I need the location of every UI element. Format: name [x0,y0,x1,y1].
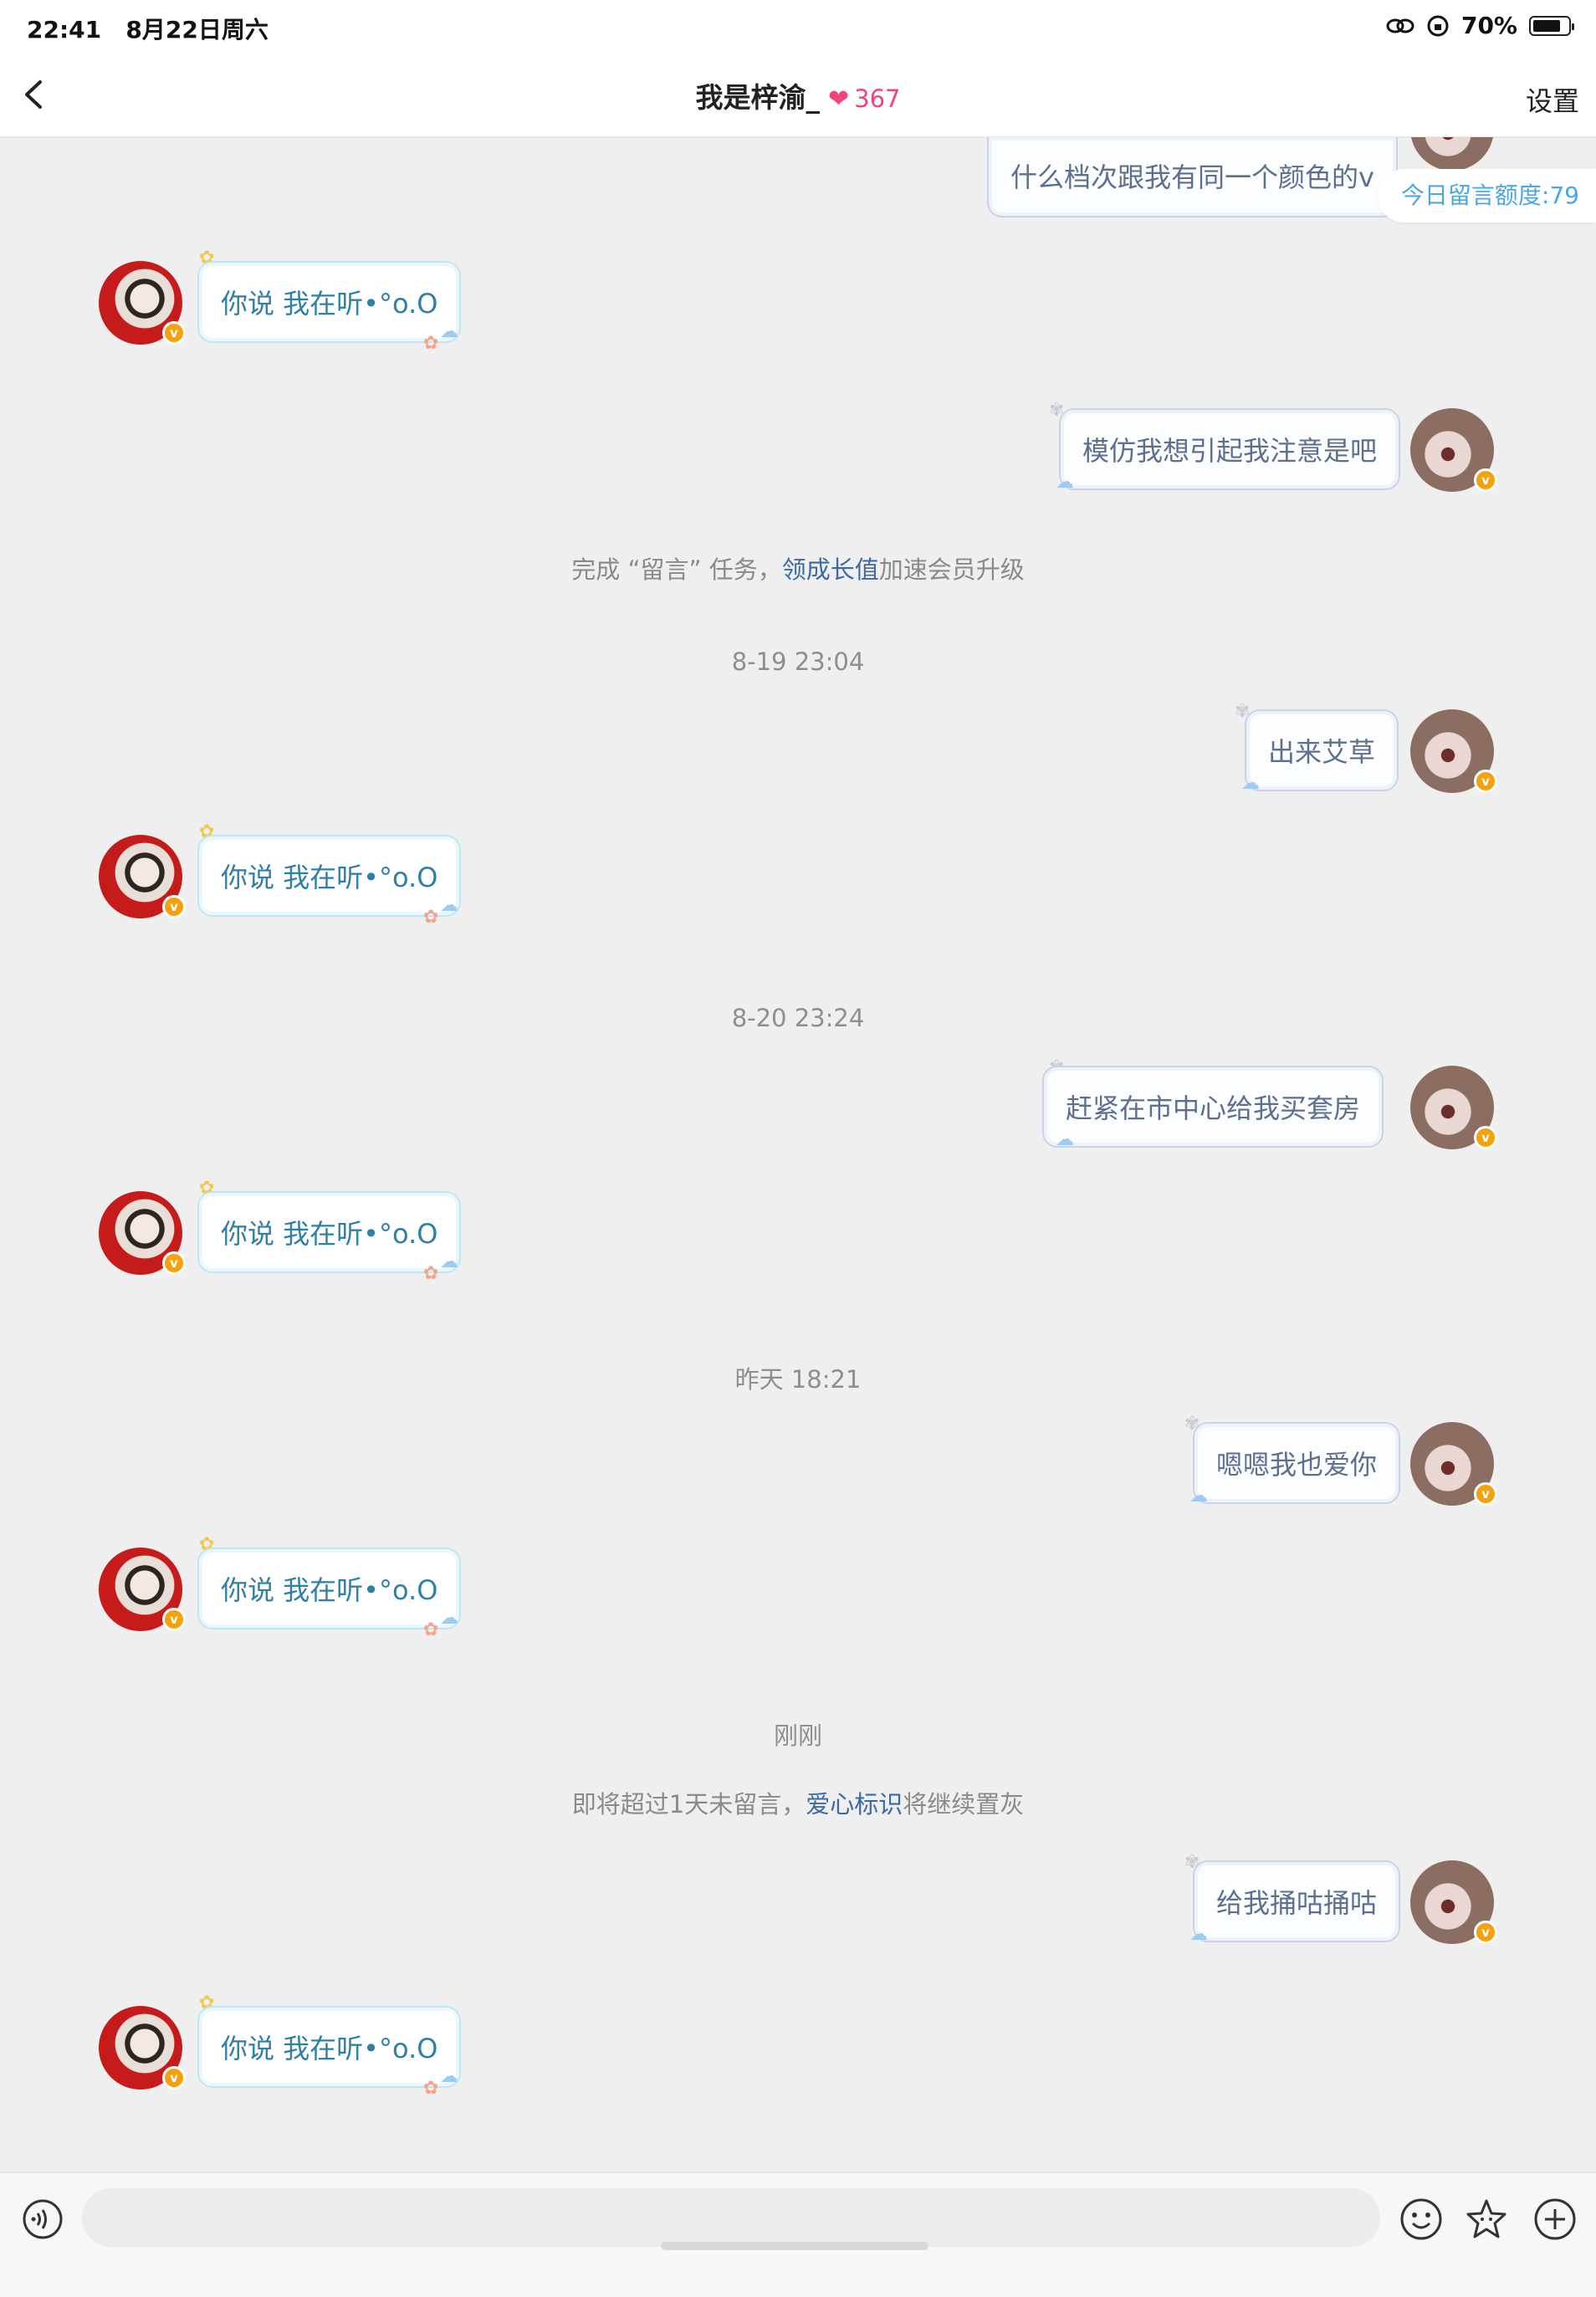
my-avatar[interactable]: v [1410,1066,1497,1149]
status-date: 8月22日周六 [125,16,269,43]
my-avatar[interactable]: v [1410,408,1497,492]
flower-deco-icon: ✿ [423,333,439,354]
verified-badge-icon: v [162,895,186,918]
status-time-date: 22:41 8月22日周六 [27,12,269,45]
warning-notice-text: 即将超过1天未留言， [571,1790,806,1819]
heart-icon: ❤ [828,84,850,114]
input-bar [0,2172,1596,2297]
sticker-star-icon[interactable] [1464,2197,1509,2242]
system-warning-notice: 即将超过1天未留言，爱心标识将继续置灰 [0,1785,1596,1820]
verified-badge-icon: v [1474,770,1497,793]
timestamp: 8-19 23:04 [731,647,865,676]
cloud-deco-icon: ☁ [1056,1129,1074,1150]
my-avatar-partial[interactable] [1410,137,1494,171]
battery-icon [1529,15,1574,36]
settings-button[interactable]: 设置 [1526,80,1579,119]
my-avatar[interactable]: v [1410,1860,1497,1944]
reply-bubble[interactable]: 你说 我在听•°o.O [197,1191,462,1273]
message-bubble-partial[interactable]: 什么档次跟我有同一个颜色的v [987,137,1398,217]
link-icon [1386,18,1414,33]
system-task-notice: 完成 “留言” 任务，领成长值加速会员升级 [0,550,1596,586]
reply-bubble[interactable]: 你说 我在听•°o.O [197,261,462,343]
verified-badge-icon: v [162,1251,186,1275]
warning-notice-suffix: 将继续置灰 [903,1790,1025,1819]
message-input[interactable] [82,2188,1380,2247]
task-notice-text: 完成 “留言” 任务， [571,555,782,584]
flower-deco-icon: ✿ [423,1619,439,1640]
contact-avatar[interactable]: v [99,835,186,918]
contact-avatar[interactable]: v [99,261,186,345]
cloud-deco-icon: ☁ [440,321,458,342]
verified-badge-icon: v [162,1608,186,1631]
verified-badge-icon: v [162,2066,186,2090]
contact-avatar[interactable]: v [99,1548,186,1631]
reply-bubble[interactable]: 你说 我在听•°o.O [197,1548,462,1629]
flower-deco-icon: ✿ [423,1263,439,1284]
message-bubble[interactable]: 嗯嗯我也爱你 [1193,1422,1401,1504]
cloud-deco-icon: ☁ [440,895,458,916]
heart-mark-link[interactable]: 爱心标识 [806,1790,903,1819]
verified-badge-icon: v [1474,1126,1497,1149]
emoji-icon[interactable] [1399,2197,1444,2242]
timestamp: 刚刚 [773,1721,822,1750]
flower-deco-icon: ✿ [423,2078,439,2099]
reply-bubble[interactable]: 你说 我在听•°o.O [197,2006,462,2088]
cloud-deco-icon: ☁ [440,1608,458,1629]
rotation-lock-icon [1427,15,1449,36]
heart-count: 367 [854,84,901,113]
add-icon[interactable] [1532,2197,1578,2242]
cloud-deco-icon: ☁ [1056,472,1074,493]
cloud-deco-icon: ☁ [440,1251,458,1272]
top-bar: 22:41 8月22日周六 70% 我是梓渝_ ❤ 367 设置 [0,0,1596,138]
home-indicator [661,2242,928,2250]
contact-name: 我是梓渝_ [695,81,821,114]
contact-avatar[interactable]: v [99,1191,186,1275]
message-bubble[interactable]: 模仿我想引起我注意是吧 [1059,408,1401,490]
verified-badge-icon: v [1474,1482,1497,1506]
battery-percent: 70% [1460,12,1517,39]
growth-value-link[interactable]: 领成长值 [782,555,879,584]
voice-icon[interactable] [22,2198,64,2240]
my-avatar[interactable]: v [1410,709,1497,793]
status-time: 22:41 [27,16,102,43]
status-indicators: 70% [1386,12,1574,39]
flower-deco-icon: ✿ [423,907,439,928]
message-bubble[interactable]: 赶紧在市中心给我买套房 [1042,1066,1384,1148]
message-bubble[interactable]: 出来艾草 [1245,709,1399,791]
timestamp: 昨天 18:21 [734,1365,862,1394]
message-bubble[interactable]: 给我捅咕捅咕 [1193,1860,1401,1942]
avatar-image [1410,137,1494,171]
verified-badge-icon: v [1474,468,1497,492]
chat-title: 我是梓渝_ ❤ 367 [0,75,1596,115]
contact-avatar[interactable]: v [99,2006,186,2090]
timestamp: 8-20 23:24 [731,1004,865,1032]
verified-badge-icon: v [162,321,186,345]
reply-bubble[interactable]: 你说 我在听•°o.O [197,835,462,917]
my-avatar[interactable]: v [1410,1422,1497,1506]
cloud-deco-icon: ☁ [1241,773,1260,794]
cloud-deco-icon: ☁ [1189,1924,1208,1945]
cloud-deco-icon: ☁ [1189,1486,1208,1507]
daily-quota-pill: 今日留言额度:79 [1377,169,1596,223]
verified-badge-icon: v [1474,1921,1497,1944]
cloud-deco-icon: ☁ [440,2066,458,2087]
task-notice-suffix: 加速会员升级 [878,555,1025,584]
